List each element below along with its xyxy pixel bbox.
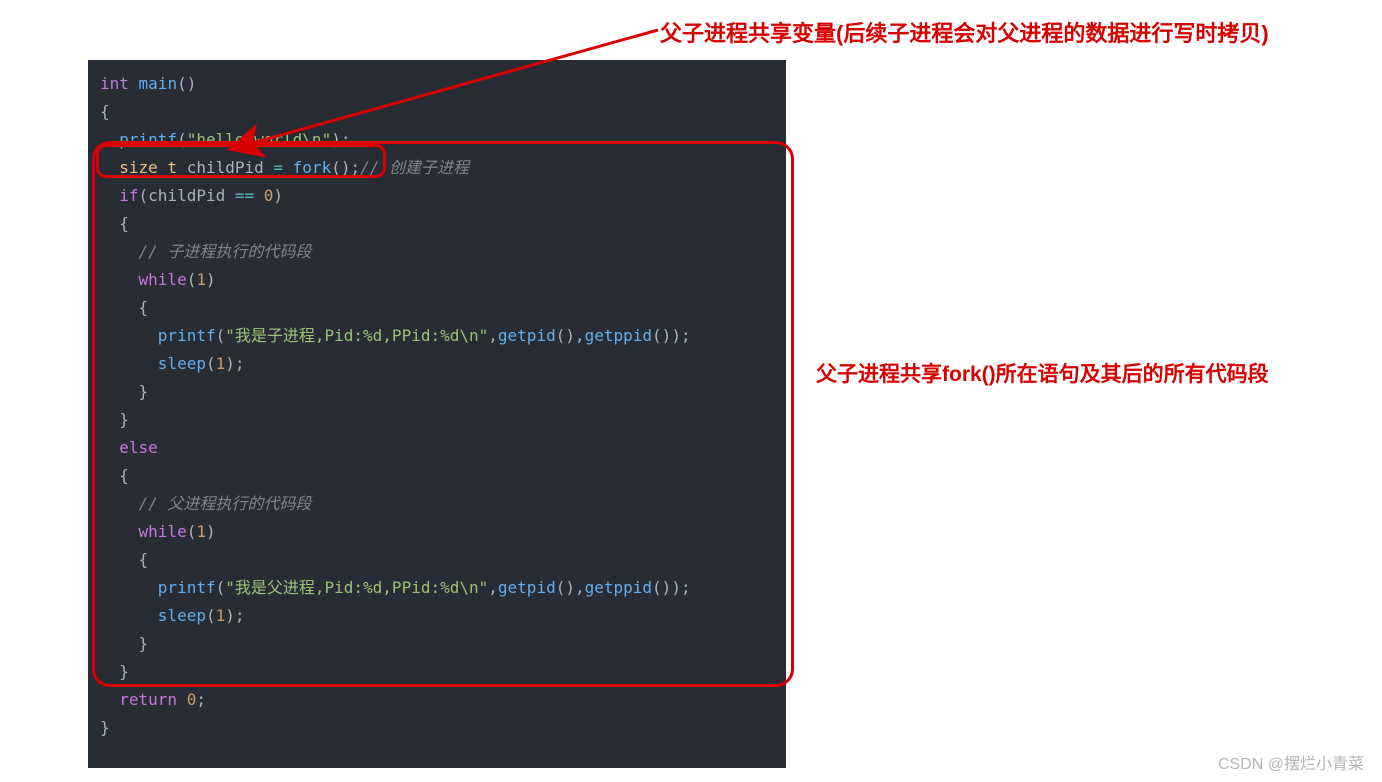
tok: () [177,74,196,93]
tok: , [488,578,498,597]
tok-string: "hello world\n" [187,130,332,149]
tok-keyword: while [139,522,187,541]
tok-func: getpid [498,578,556,597]
tok-comment: // 创建子进程 [360,158,469,177]
tok: (childPid [139,186,235,205]
tok: ( [216,578,226,597]
tok-var: childPid [177,158,273,177]
code-line: } [100,630,774,658]
tok: ( [206,354,216,373]
tok-func: sleep [158,354,206,373]
pad [100,326,158,345]
tok-comment: // 父进程执行的代码段 [139,494,312,513]
tok-string: "我是父进程,Pid:%d,PPid:%d\n" [225,578,488,597]
code-line: // 父进程执行的代码段 [100,490,774,518]
code-line: } [100,406,774,434]
code-line: while(1) [100,518,774,546]
tok-keyword: int [100,74,129,93]
code-line: else [100,434,774,462]
watermark-text: CSDN @摆烂小青菜 [1218,750,1364,774]
tok-string: "我是子进程,Pid:%d,PPid:%d\n" [225,326,488,345]
pad [100,270,139,289]
pad [100,578,158,597]
tok: (), [556,326,585,345]
tok: , [488,326,498,345]
tok-num: 0 [254,186,273,205]
tok-num: 1 [196,270,206,289]
pad [100,494,139,513]
tok: (); [331,158,360,177]
pad [100,354,158,373]
tok: ; [196,690,206,709]
tok-keyword: return [119,690,177,709]
code-line: if(childPid == 0) [100,182,774,210]
pad [100,242,139,261]
tok-num: 0 [177,690,196,709]
code-line: sleep(1); [100,602,774,630]
code-panel: int main() { printf("hello world\n"); si… [88,60,786,768]
tok-type: size_t [119,158,177,177]
tok-func: printf [119,130,177,149]
tok-func: getpid [498,326,556,345]
tok: ( [177,130,187,149]
tok: ); [225,354,244,373]
annotation-shared-code: 父子进程共享fork()所在语句及其后的所有代码段 [816,358,1269,388]
tok-comment: // 子进程执行的代码段 [139,242,312,261]
tok-keyword: if [119,186,138,205]
tok-func: getppid [585,326,652,345]
tok: ); [331,130,350,149]
tok: ( [187,270,197,289]
tok: ()); [652,578,691,597]
pad [100,158,119,177]
tok-func: getppid [585,578,652,597]
code-line: { [100,462,774,490]
tok: ); [225,606,244,625]
code-line: printf("hello world\n"); [100,126,774,154]
code-line: // 子进程执行的代码段 [100,238,774,266]
code-line-fork: size_t childPid = fork();// 创建子进程 [100,154,774,182]
tok: ( [187,522,197,541]
code-line: { [100,210,774,238]
code-line: { [100,98,774,126]
tok: ( [216,326,226,345]
tok-func: printf [158,326,216,345]
code-line: { [100,294,774,322]
pad [100,438,119,457]
code-line: int main() [100,70,774,98]
tok-func: main [129,74,177,93]
tok-func: printf [158,578,216,597]
code-line: while(1) [100,266,774,294]
code-line: } [100,714,774,742]
tok-num: 1 [216,354,226,373]
tok-keyword: else [119,438,158,457]
pad [100,606,158,625]
pad [100,186,119,205]
tok: ( [206,606,216,625]
tok: ) [206,270,216,289]
pad [100,522,139,541]
annotation-shared-variable: 父子进程共享变量(后续子进程会对父进程的数据进行写时拷贝) [660,16,1269,48]
code-line: printf("我是子进程,Pid:%d,PPid:%d\n",getpid()… [100,322,774,350]
pad [100,130,119,149]
tok-func: sleep [158,606,206,625]
tok: ) [273,186,283,205]
pad [100,690,119,709]
code-line: { [100,546,774,574]
code-line: printf("我是父进程,Pid:%d,PPid:%d\n",getpid()… [100,574,774,602]
tok-op: = [273,158,283,177]
code-line: sleep(1); [100,350,774,378]
tok-num: 1 [196,522,206,541]
tok-num: 1 [216,606,226,625]
tok: ()); [652,326,691,345]
tok-keyword: while [139,270,187,289]
tok-func: fork [283,158,331,177]
tok-op: == [235,186,254,205]
code-line: } [100,658,774,686]
tok: ) [206,522,216,541]
code-line: } [100,378,774,406]
code-line: return 0; [100,686,774,714]
tok: (), [556,578,585,597]
